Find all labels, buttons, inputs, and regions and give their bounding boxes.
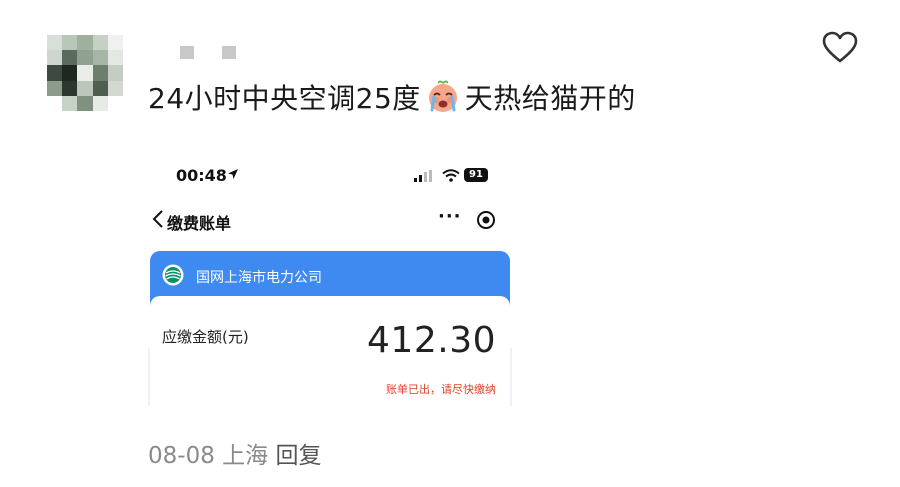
wifi-icon — [442, 169, 460, 182]
screenshot-nav-bar: 缴费账单 ··· — [148, 206, 512, 236]
like-heart-icon[interactable] — [820, 28, 860, 68]
utility-company-name: 国网上海市电力公司 — [196, 270, 322, 286]
battery-icon: 91 — [464, 168, 488, 182]
more-options-icon[interactable]: ··· — [438, 206, 462, 227]
comment-text-part2: 天热给猫开的 — [464, 82, 636, 115]
amount-due-label: 应缴金额(元) — [162, 328, 249, 346]
bill-due-notice: 账单已出，请尽快缴纳 — [386, 383, 496, 396]
screenshot-page-title: 缴费账单 — [167, 214, 232, 233]
state-grid-logo-icon — [162, 264, 184, 286]
reply-button[interactable]: 回复 — [275, 443, 321, 469]
location-arrow-icon — [228, 169, 238, 179]
bill-card: 应缴金额(元) 412.30 账单已出，请尽快缴纳 — [150, 296, 510, 406]
comment-location: 上海 — [222, 443, 269, 469]
comment-text: 24小时中央空调25度 天热给猫开的 — [148, 78, 636, 125]
close-miniprogram-icon[interactable] — [476, 210, 496, 230]
status-bar: 00:48 91 — [148, 160, 512, 190]
back-chevron-icon[interactable] — [152, 209, 164, 229]
cellular-signal-icon — [414, 170, 432, 182]
crying-face-emoji-icon — [425, 78, 461, 125]
comment-text-part1: 24小时中央空调25度 — [148, 82, 421, 115]
comment-meta: 08-08 上海 回复 — [148, 436, 321, 470]
amount-due-value: 412.30 — [367, 320, 496, 361]
status-time: 00:48 — [176, 166, 227, 185]
avatar[interactable] — [47, 35, 123, 111]
comment-date: 08-08 — [148, 443, 215, 469]
attached-screenshot[interactable]: 00:48 91 缴费账单 ··· 国网上海市电力公司 应缴金额(元) 412.… — [148, 148, 512, 406]
username-blurred[interactable] — [180, 45, 236, 59]
